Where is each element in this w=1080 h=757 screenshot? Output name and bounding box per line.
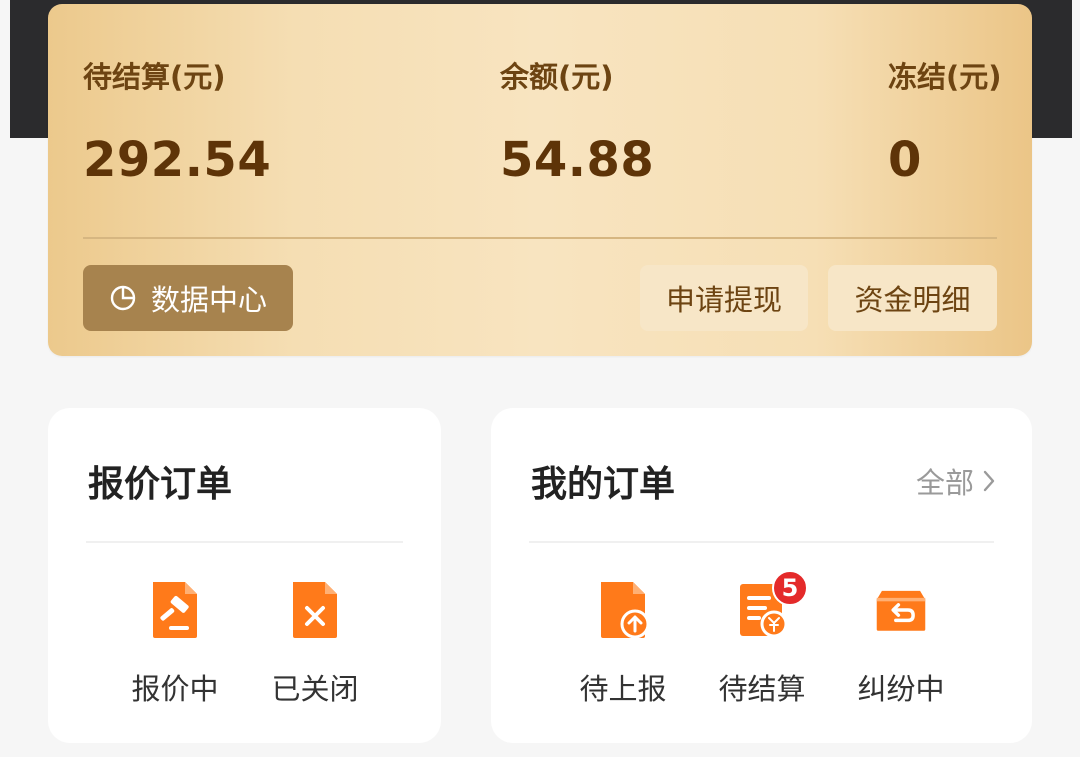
quoting-item[interactable]: 报价中	[120, 578, 230, 708]
dispute-label: 纠纷中	[857, 672, 945, 706]
quoting-label: 报价中	[131, 672, 219, 706]
closed-item[interactable]: 已关闭	[260, 578, 370, 708]
upload-document-icon	[601, 582, 649, 639]
frozen-value: 0	[888, 132, 922, 188]
auction-hammer-icon	[153, 582, 197, 638]
frozen-label: 冻结(元)	[888, 60, 1002, 94]
pie-chart-icon	[110, 285, 136, 311]
quote-orders-title: 报价订单	[88, 464, 233, 505]
card-divider	[83, 237, 997, 239]
balance-value: 54.88	[500, 132, 655, 188]
my-orders-title: 我的订单	[531, 464, 676, 505]
data-center-label: 数据中心	[150, 283, 267, 317]
data-center-button[interactable]: 数据中心	[83, 265, 293, 331]
my-orders-panel: 我的订单 全部 待上报 5 待结算 纠纷中	[491, 408, 1032, 743]
pending-settlement-label: 待结算(元)	[83, 60, 226, 94]
balance-card: 待结算(元) 292.54 余额(元) 54.88 冻结(元) 0 数据中心 申…	[48, 4, 1032, 356]
closed-document-icon	[293, 582, 337, 638]
withdraw-label: 申请提现	[665, 283, 782, 317]
see-all-label: 全部	[915, 466, 974, 500]
quote-orders-panel: 报价订单 报价中 已关闭	[48, 408, 441, 743]
pending-report-item[interactable]: 待上报	[568, 578, 678, 708]
panel-divider	[529, 541, 994, 543]
pending-settlement-value: 292.54	[83, 132, 272, 188]
balance-label: 余额(元)	[500, 60, 614, 94]
chevron-right-icon	[983, 470, 995, 492]
closed-label: 已关闭	[271, 672, 359, 706]
pending-settlement-icon-wrap: 5	[736, 570, 808, 642]
return-box-icon	[876, 590, 926, 631]
pending-settlement-badge: 5	[772, 570, 808, 606]
dispute-item[interactable]: 纠纷中	[846, 578, 956, 708]
panel-divider	[86, 541, 403, 543]
pending-settlement-item[interactable]: 5 待结算	[707, 570, 817, 708]
fund-details-label: 资金明细	[854, 283, 971, 317]
pending-report-label: 待上报	[579, 672, 667, 706]
withdraw-button[interactable]: 申请提现	[640, 265, 808, 331]
fund-details-button[interactable]: 资金明细	[828, 265, 997, 331]
see-all-link[interactable]: 全部	[916, 460, 996, 502]
pending-settlement-item-label: 待结算	[718, 672, 806, 706]
